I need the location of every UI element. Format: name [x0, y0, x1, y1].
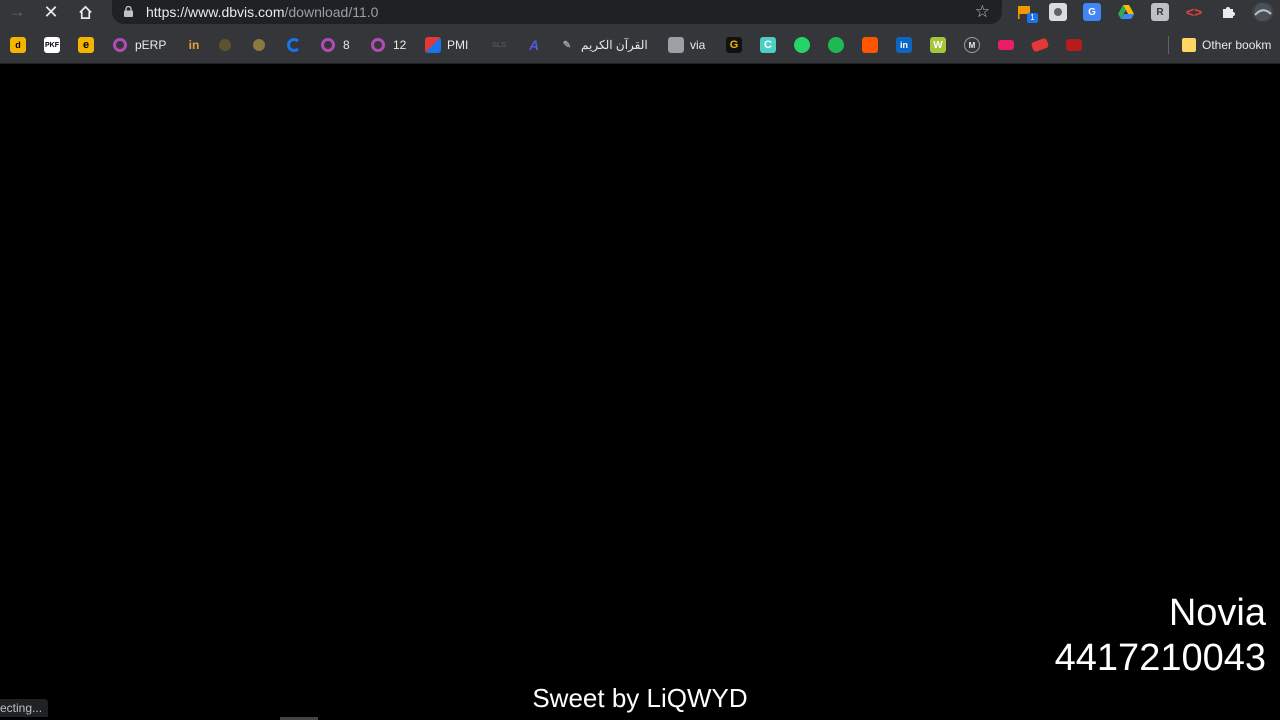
- soundcloud-icon: [862, 37, 878, 53]
- bookmark-item[interactable]: M: [964, 36, 986, 54]
- bookmark-item[interactable]: [1030, 36, 1054, 54]
- bookmark-via[interactable]: via: [668, 36, 705, 54]
- bookmark-item[interactable]: [219, 36, 237, 54]
- bookmark-item[interactable]: in: [896, 36, 918, 54]
- bookmark-item[interactable]: PKF: [44, 36, 66, 54]
- status-bar: ecting...: [0, 699, 49, 717]
- bookmark-12[interactable]: 12: [371, 36, 406, 54]
- whatsapp-icon: [794, 37, 810, 53]
- bookmark-item[interactable]: SLS: [491, 36, 513, 54]
- bookmark-favicon-icon: [1066, 39, 1082, 51]
- extension-icon[interactable]: [1049, 3, 1067, 21]
- forward-arrow-icon[interactable]: →: [4, 0, 30, 24]
- ring-favicon-icon: [321, 38, 335, 52]
- stop-loading-icon[interactable]: ✕: [38, 0, 64, 24]
- bookmark-item[interactable]: in: [186, 36, 208, 54]
- bookmark-label: PMI: [447, 38, 469, 52]
- profile-avatar-icon[interactable]: [1252, 2, 1274, 22]
- bookmark-item[interactable]: [862, 36, 884, 54]
- sls-favicon-icon: SLS: [492, 41, 506, 49]
- url-text[interactable]: https://www.dbvis.com/download/11.0: [146, 4, 378, 20]
- bookmark-item[interactable]: d: [10, 36, 32, 54]
- m-favicon-icon: M: [964, 37, 980, 53]
- in-favicon-icon: in: [188, 38, 200, 52]
- puzzle-icon[interactable]: [1219, 3, 1237, 21]
- code-extension-icon[interactable]: <>: [1185, 3, 1203, 21]
- e-favicon-icon: e: [78, 37, 94, 53]
- address-bar[interactable]: https://www.dbvis.com/download/11.0 ☆: [112, 0, 1002, 24]
- bookmarks-divider: [1168, 36, 1169, 54]
- via-favicon-icon: [668, 37, 684, 53]
- bookmark-pmi[interactable]: PMI: [425, 36, 468, 54]
- lock-icon[interactable]: [124, 6, 133, 17]
- quran-favicon-icon: ✎: [562, 39, 572, 51]
- pkf-favicon-icon: PKF: [44, 37, 60, 53]
- bookmark-item[interactable]: [287, 36, 307, 54]
- bookmark-item[interactable]: G: [726, 36, 748, 54]
- spotify-icon: [828, 37, 844, 53]
- extension-icon[interactable]: R: [1151, 3, 1169, 21]
- c-favicon-icon: C: [760, 37, 776, 53]
- bookmark-label: 8: [343, 38, 350, 52]
- bookmark-item[interactable]: C: [760, 36, 782, 54]
- crest-favicon-icon: [253, 39, 265, 51]
- pmi-favicon-icon: [425, 37, 441, 53]
- bookmark-item[interactable]: W: [930, 36, 952, 54]
- bookmark-item[interactable]: [998, 36, 1020, 54]
- bookmark-star-icon[interactable]: ☆: [975, 2, 990, 22]
- page-viewport: [0, 64, 1280, 720]
- bookmark-label: القرآن الكريم: [581, 38, 648, 52]
- bookmark-favicon-icon: [1030, 37, 1050, 53]
- overlay-name-text: Novia: [1168, 592, 1266, 634]
- bookmark-8[interactable]: 8: [321, 36, 350, 54]
- circle-favicon-icon: [287, 38, 301, 52]
- bookmark-label: pERP: [135, 38, 167, 52]
- crest-favicon-icon: [219, 39, 231, 51]
- browser-toolbar: → ✕ https://www.dbvis.com/download/11.0 …: [0, 0, 1280, 26]
- bookmark-label: Other bookm: [1202, 38, 1272, 52]
- bookmark-quran[interactable]: ✎ القرآن الكريم: [559, 36, 648, 54]
- home-icon[interactable]: [72, 0, 98, 24]
- google-drive-icon[interactable]: [1117, 3, 1135, 21]
- bookmark-item[interactable]: [1066, 36, 1088, 54]
- bookmark-item[interactable]: e: [78, 36, 100, 54]
- d-favicon-icon: d: [10, 37, 26, 53]
- bookmark-label: 12: [393, 38, 407, 52]
- bookmark-item[interactable]: [794, 36, 816, 54]
- other-bookmarks[interactable]: Other bookm: [1182, 36, 1271, 54]
- ring-favicon-icon: [371, 38, 385, 52]
- overlay-number-text: 4417210043: [1054, 637, 1266, 679]
- google-translate-icon[interactable]: G: [1083, 3, 1101, 21]
- linkedin-icon: in: [896, 37, 912, 53]
- bookmark-favicon-icon: [998, 40, 1014, 50]
- g-favicon-icon: G: [726, 37, 742, 53]
- ring-favicon-icon: [113, 38, 127, 52]
- extension-badge: 1: [1027, 13, 1038, 23]
- folder-icon: [1182, 38, 1196, 52]
- w-favicon-icon: W: [930, 37, 946, 53]
- bookmarks-bar: d PKF e pERP in 8 12 PMI SLS A ✎ القرآن ا…: [0, 26, 1280, 64]
- bookmark-item[interactable]: [828, 36, 850, 54]
- bookmark-perp[interactable]: pERP: [113, 36, 166, 54]
- bookmark-item[interactable]: A: [526, 36, 548, 54]
- bookmark-label: via: [690, 38, 706, 52]
- video-subtitle: Sweet by LiQWYD: [532, 683, 748, 713]
- bookmark-item[interactable]: [253, 36, 271, 54]
- a-favicon-icon: A: [528, 37, 540, 53]
